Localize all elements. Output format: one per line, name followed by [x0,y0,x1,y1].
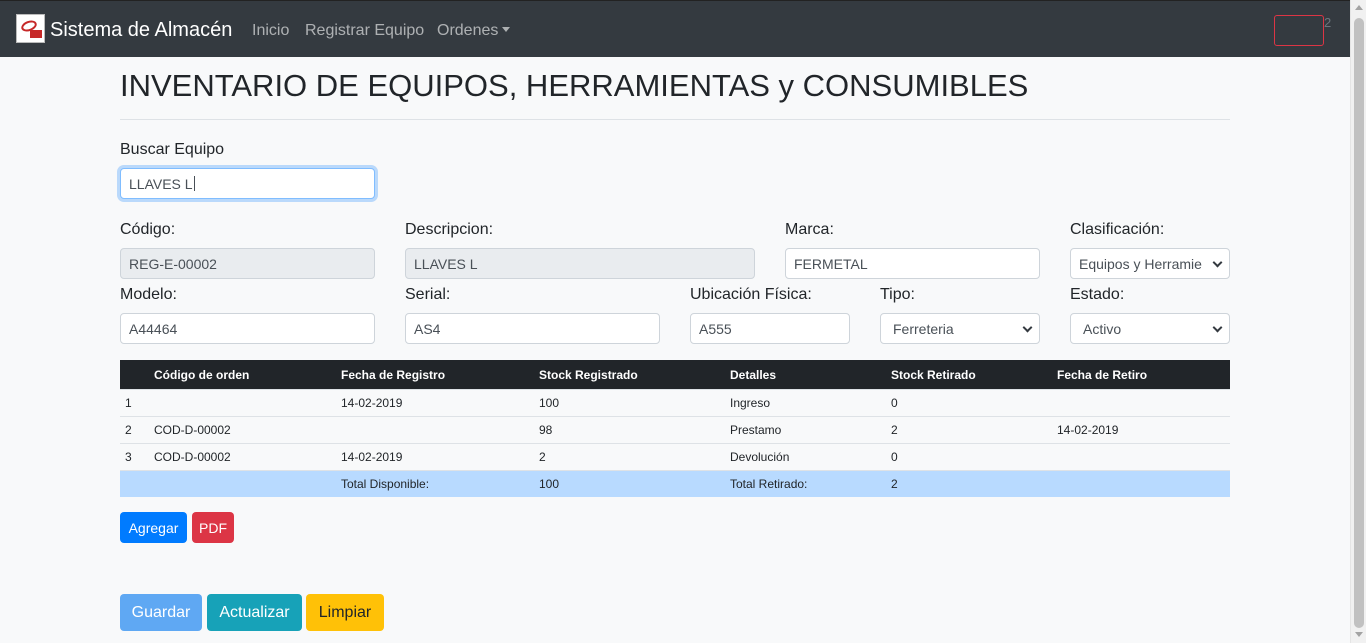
table-row: 3 COD-D-00002 14-02-2019 2 Devolución 0 [120,443,1230,470]
codigo-label: Código: [120,221,176,238]
table-cell: 14-02-2019 [1057,423,1119,437]
nav-link-inicio[interactable]: Inicio [252,21,289,41]
codigo-field[interactable]: REG-E-00002 [120,248,375,279]
table-cell: 1 [125,396,132,410]
total-retirado-label: Total Retirado: [730,477,808,491]
table-cell: Devolución [730,450,790,464]
estado-label: Estado: [1070,286,1125,303]
navbar-red-button[interactable] [1274,15,1324,46]
table-cell: 100 [539,396,560,410]
table-cell: 2 [539,450,546,464]
caret-down-icon [502,27,511,32]
search-input[interactable]: LLAVES L [120,168,375,199]
total-disponible-value: 100 [539,477,560,491]
title-divider [120,119,1230,120]
serial-label: Serial: [405,286,451,303]
nav-dropdown-ordenes[interactable]: Ordenes [437,21,511,41]
chevron-down-icon [1212,322,1223,333]
clasificacion-select-value: Equipos y Herramie [1079,255,1202,272]
table-row: 2 COD-D-00002 98 Prestamo 2 14-02-2019 [120,416,1230,443]
modelo-field[interactable]: A44464 [120,313,375,344]
col-header-stock-retirado: Stock Retirado [891,367,976,382]
agregar-button[interactable]: Agregar [120,512,187,543]
marca-field[interactable]: FERMETAL [785,248,1040,279]
clasificacion-label: Clasificación: [1070,221,1165,238]
navbar-badge-count: 2 [1324,15,1332,30]
limpiar-button[interactable]: Limpiar [306,594,384,631]
table-cell: 2 [125,423,132,437]
ubicacion-label: Ubicación Física: [690,286,812,303]
table-cell: Ingreso [730,396,771,410]
table-cell: 0 [891,396,898,410]
nav-link-registrar-equipo[interactable]: Registrar Equipo [305,21,424,41]
col-header-stock-registrado: Stock Registrado [539,367,638,382]
estado-select-value: Activo [1083,320,1122,337]
descripcion-label: Descripcion: [405,221,494,238]
scroll-thumb[interactable] [1354,18,1364,628]
brand-logo-icon[interactable] [16,14,45,43]
table-cell: COD-D-00002 [154,423,231,437]
brand-title[interactable]: Sistema de Almacén [50,18,232,42]
table-header: Código de orden Fecha de Registro Stock … [120,360,1230,389]
table-total-row: Total Disponible: 100 Total Retirado: 2 [120,470,1230,497]
ubicacion-field[interactable]: A555 [690,313,850,344]
navbar: Sistema de Almacén Inicio Registrar Equi… [0,0,1350,57]
serial-field[interactable]: AS4 [405,313,660,344]
inventory-table: Código de orden Fecha de Registro Stock … [120,360,1230,497]
table-cell: COD-D-00002 [154,450,231,464]
scroll-up-arrow-icon[interactable] [1355,5,1363,10]
col-header-fecha-registro: Fecha de Registro [341,367,446,382]
pdf-button[interactable]: PDF [192,512,234,543]
search-input-value: LLAVES L [129,175,193,192]
col-header-fecha-retiro: Fecha de Retiro [1057,367,1148,382]
scroll-down-arrow-icon[interactable] [1355,632,1363,637]
tipo-select-value: Ferreteria [893,320,954,337]
marca-label: Marca: [785,221,834,238]
clasificacion-select[interactable]: Equipos y Herramie [1070,248,1230,279]
table-row: 1 14-02-2019 100 Ingreso 0 [120,389,1230,416]
table-cell: 98 [539,423,553,437]
table-cell: 0 [891,450,898,464]
table-cell: 14-02-2019 [341,396,403,410]
descripcion-field[interactable]: LLAVES L [405,248,755,279]
table-cell: 14-02-2019 [341,450,403,464]
nav-dropdown-ordenes-label: Ordenes [437,22,499,39]
tipo-label: Tipo: [880,286,915,303]
col-header-detalles: Detalles [730,367,777,382]
chevron-down-icon [1022,322,1033,333]
guardar-button[interactable]: Guardar [120,594,202,631]
table-cell: 3 [125,450,132,464]
table-cell: Prestamo [730,423,782,437]
chevron-down-icon [1212,257,1223,268]
col-header-codigo-orden: Código de orden [154,367,250,382]
text-cursor [193,176,195,191]
modelo-label: Modelo: [120,286,177,303]
total-disponible-label: Total Disponible: [341,477,430,491]
total-retirado-value: 2 [891,477,898,491]
table-cell: 2 [891,423,898,437]
tipo-select[interactable]: Ferreteria [880,313,1040,344]
page-title: INVENTARIO DE EQUIPOS, HERRAMIENTAS y CO… [120,68,1029,103]
search-label: Buscar Equipo [120,141,225,158]
page-scrollbar[interactable] [1350,0,1366,643]
actualizar-button[interactable]: Actualizar [207,594,302,631]
estado-select[interactable]: Activo [1070,313,1230,344]
